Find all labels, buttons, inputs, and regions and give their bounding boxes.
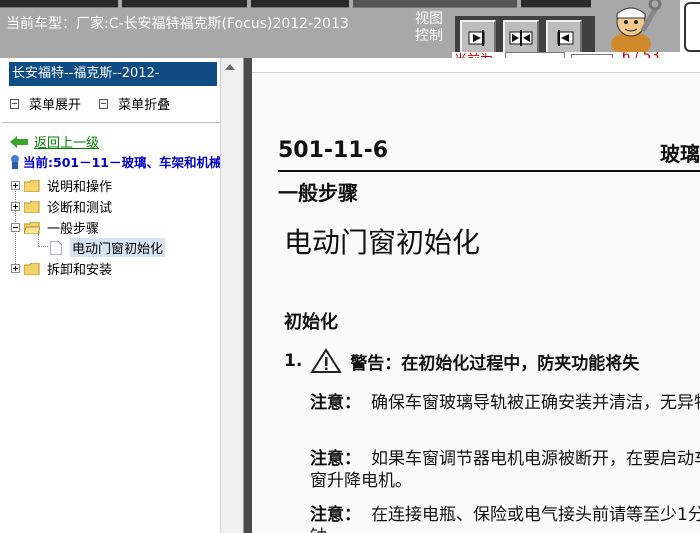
document-section: 一般步骤 [278,181,358,205]
document-icon [50,240,62,255]
menu-toggle-row: 菜单展开 菜单折叠 [10,94,184,113]
note-text: 确保车窗玻璃导轨被正确安装并清洁，无异物。 [371,393,700,413]
collapse-menu-button[interactable]: 菜单折叠 [99,94,170,113]
note: 注意： 如果车窗调节器电机电源被断开，在要启动车门窗升降电机。 [310,448,700,492]
tree-item[interactable]: 诊断和测试 [11,197,112,216]
note-label: 注意： [310,449,361,469]
top-tab[interactable] [251,0,349,8]
folder-icon [24,179,40,192]
document-right-header: 玻璃 [660,142,700,166]
tree-item-label: 一般步骤 [47,222,100,237]
tree-item[interactable]: 说明和操作 [11,176,112,195]
sidebar: 长安福特--福克斯--2012- 菜单展开 菜单折叠 返回上一级 当前:501－… [0,58,244,533]
tree-leaf-label: 电动门窗初始化 [70,238,166,257]
expand-menu-label: 菜单展开 [29,98,82,113]
back-link[interactable]: 返回上一级 [10,132,99,151]
current-location-label: 当前:501－11－玻璃、车架和机械 [23,155,222,170]
document-number: 501-11-6 [278,138,389,163]
collapse-toggle-icon[interactable] [11,223,20,232]
mechanic-mascot-icon [611,0,662,56]
panel-divider[interactable] [244,58,252,533]
current-vehicle-label: 当前车型：厂家:C-长安福特福克斯(Focus)2012-2013 [6,16,349,32]
tree-leaf-selected[interactable]: 电动门窗初始化 [50,238,166,257]
expand-icon [10,98,19,109]
top-tab[interactable] [353,0,517,8]
model-title-bar: 长安福特--福克斯--2012- [9,62,217,86]
current-location: 当前:501－11－玻璃、车架和机械 [10,152,222,171]
split-arrows-icon [509,30,533,46]
top-tab[interactable] [122,0,247,8]
step-number: 1. [284,351,303,371]
document-title: 电动门窗初始化 [284,226,481,259]
scroll-up-icon[interactable] [225,64,235,70]
note-text: 在连接电瓶、保险或电气接头前请等至少1分钟。 [310,505,700,533]
expand-toggle-icon[interactable] [11,202,20,211]
collapse-icon [99,98,109,109]
document-subheading: 初始化 [284,312,338,333]
step-text: 警告：在初始化过程中，防夹功能将失 [350,353,640,374]
note-label: 注意： [310,393,361,413]
tree-item-label: 拆卸和安装 [47,263,113,278]
arrow-left-bar-icon [557,30,574,46]
tree-item[interactable]: 拆卸和安装 [11,259,112,278]
tree-item-label: 诊断和测试 [47,201,113,216]
document-view: 501-11-6 玻璃 一般步骤 电动门窗初始化 初始化 1. 警告：在初始化过… [252,58,700,533]
step-1: 1. 警告：在初始化过程中，防夹功能将失 [284,348,639,374]
single-page-button[interactable] [460,20,496,56]
note: 注意： 确保车窗玻璃导轨被正确安装并清洁，无异物。 [310,392,700,414]
back-arrow-icon [10,135,28,148]
folder-icon [24,200,40,213]
header-right-frame [680,0,700,58]
top-header: 当前车型：厂家:C-长安福特福克斯(Focus)2012-2013 视图控制 [0,0,700,58]
document-top-strip [252,58,700,73]
note: 注意：在连接电瓶、保险或电气接头前请等至少1分钟。 [310,504,700,533]
separator [2,122,220,123]
header-rule [278,170,700,172]
tree-item[interactable]: 一般步骤 [11,218,99,237]
tree-item-label: 说明和操作 [47,180,113,195]
top-tab[interactable] [521,0,591,8]
expand-toggle-icon[interactable] [11,264,20,273]
warning-icon [310,348,343,373]
back-page-button[interactable] [546,20,582,56]
folder-icon [24,262,40,275]
expand-menu-button[interactable]: 菜单展开 [10,94,81,113]
arrow-right-bar-icon [468,30,485,46]
view-control-label: 视图控制 [415,11,443,44]
sidebar-scrollbar[interactable] [220,58,243,533]
collapse-menu-label: 菜单折叠 [118,98,171,113]
note-label: 注意： [310,505,361,525]
note-text: 如果车窗调节器电机电源被断开，在要启动车门窗升降电机。 [310,449,700,491]
dual-page-button[interactable] [503,20,539,56]
back-label: 返回上一级 [34,136,100,151]
current-location-icon [11,154,19,169]
open-folder-icon [24,221,40,234]
expand-toggle-icon[interactable] [11,181,20,190]
top-tab[interactable] [0,0,118,8]
